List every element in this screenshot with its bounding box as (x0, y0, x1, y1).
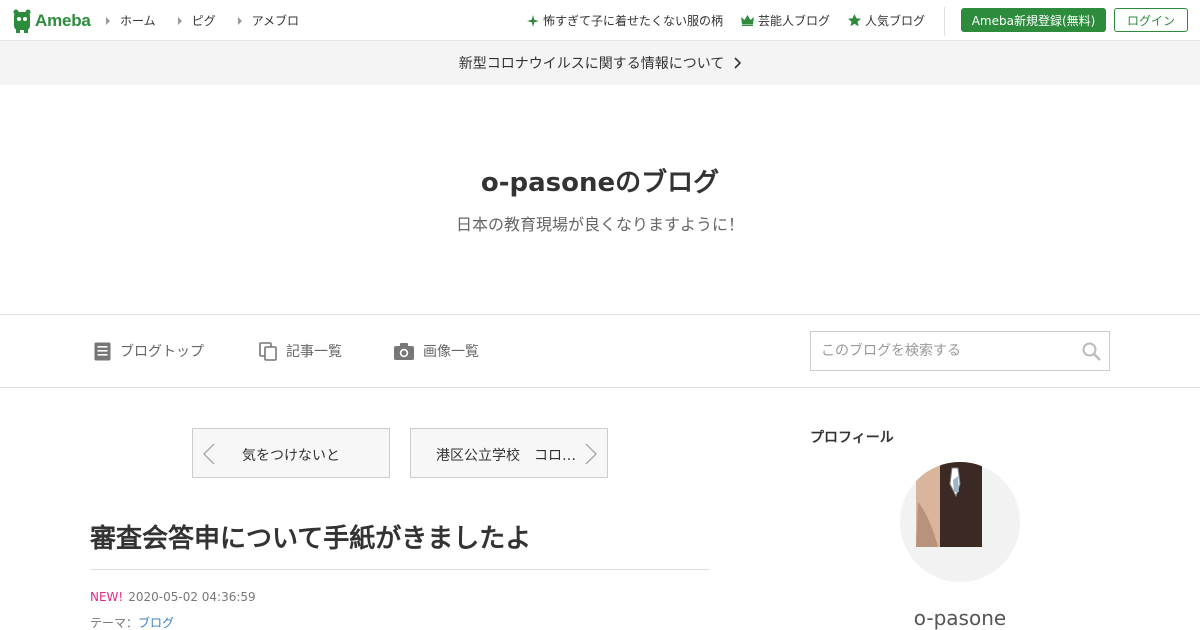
search-icon[interactable] (1082, 342, 1101, 361)
article-meta: NEW! 2020-05-02 04:36:59 (90, 590, 256, 604)
caret-right-icon (106, 16, 110, 25)
caret-right-icon (237, 16, 242, 25)
blog-top-link[interactable]: ブログトップ (94, 341, 204, 361)
avatar-photo (900, 462, 1020, 582)
login-button[interactable]: ログイン (1114, 8, 1188, 32)
promo-celebrity-label: 芸能人ブログ (758, 14, 831, 28)
sparkle-icon (527, 14, 539, 27)
chevron-left-icon (203, 443, 215, 465)
promo-popular-label: 人気ブログ (865, 14, 926, 28)
profile-avatar[interactable] (900, 462, 1020, 582)
document-icon (94, 342, 111, 360)
article-theme: テーマ：ブログ (90, 614, 174, 630)
blog-title[interactable]: o-pasoneのブログ (0, 162, 1200, 199)
blog-description: 日本の教育現場が良くなりますように！ (455, 215, 744, 234)
nav-ameblo-label: アメブロ (251, 14, 300, 28)
logo-text: Ameba (35, 11, 91, 30)
image-list-link[interactable]: 画像一覧 (394, 341, 479, 361)
promo-trending-label: 怖すぎて子に着せたくない服の柄 (543, 14, 724, 28)
article-list-link[interactable]: 記事一覧 (259, 341, 342, 361)
global-header: Ameba ホーム ピグ アメブロ 怖すぎて子に着せたくない服の柄 芸能人ブログ… (0, 0, 1200, 41)
crown-icon (741, 15, 755, 26)
nav-home[interactable]: ホーム (106, 12, 156, 29)
star-icon (848, 14, 862, 27)
profile-heading: プロフィール (810, 430, 894, 446)
ameba-logo[interactable]: Ameba (12, 8, 91, 34)
copy-icon (259, 341, 277, 361)
nav-ameblo[interactable]: アメブロ (237, 12, 300, 29)
nav-pigg[interactable]: ピグ (177, 12, 216, 29)
theme-prefix: テーマ： (90, 616, 139, 630)
promo-links: 怖すぎて子に着せたくない服の柄 芸能人ブログ 人気ブログ (527, 12, 935, 29)
promo-trending[interactable]: 怖すぎて子に着せたくない服の柄 (527, 12, 723, 29)
blog-search (810, 331, 1110, 371)
prev-article-title: 気をつけないと (242, 448, 340, 464)
prev-article-link[interactable]: 気をつけないと (192, 428, 390, 478)
blog-search-input[interactable] (811, 332, 1071, 370)
article-title: 審査会答申について手紙がきましたよ (90, 524, 532, 554)
new-badge: NEW! (90, 590, 124, 604)
article-divider (90, 569, 710, 570)
covid-notice-link[interactable]: 新型コロナウイルスに関する情報について (0, 41, 1200, 85)
profile-name[interactable]: o-pasone (860, 606, 1060, 630)
camera-icon (394, 342, 414, 360)
article-datetime: 2020-05-02 04:36:59 (128, 590, 256, 604)
theme-link[interactable]: ブログ (138, 616, 174, 630)
image-list-label: 画像一覧 (423, 344, 479, 360)
next-article-link[interactable]: 港区公立学校 コロナウイルス (410, 428, 608, 478)
chevron-right-icon (734, 57, 742, 69)
next-article-title: 港区公立学校 コロナウイルス (436, 448, 578, 464)
ameba-mascot-icon (13, 9, 31, 33)
chevron-right-icon (585, 443, 597, 465)
global-nav: ホーム ピグ アメブロ (106, 12, 321, 29)
nav-pigg-label: ピグ (191, 14, 216, 28)
caret-right-icon (177, 16, 182, 25)
nav-home-label: ホーム (120, 14, 156, 28)
register-button[interactable]: Ameba新規登録(無料) (961, 8, 1106, 32)
promo-popular[interactable]: 人気ブログ (848, 12, 925, 29)
article-list-label: 記事一覧 (286, 344, 342, 360)
header-divider (944, 7, 945, 36)
blog-nav: ブログトップ 記事一覧 画像一覧 (0, 314, 1200, 388)
blog-top-label: ブログトップ (120, 344, 204, 360)
notice-text: 新型コロナウイルスに関する情報について (458, 56, 725, 72)
promo-celebrity[interactable]: 芸能人ブログ (741, 12, 830, 29)
